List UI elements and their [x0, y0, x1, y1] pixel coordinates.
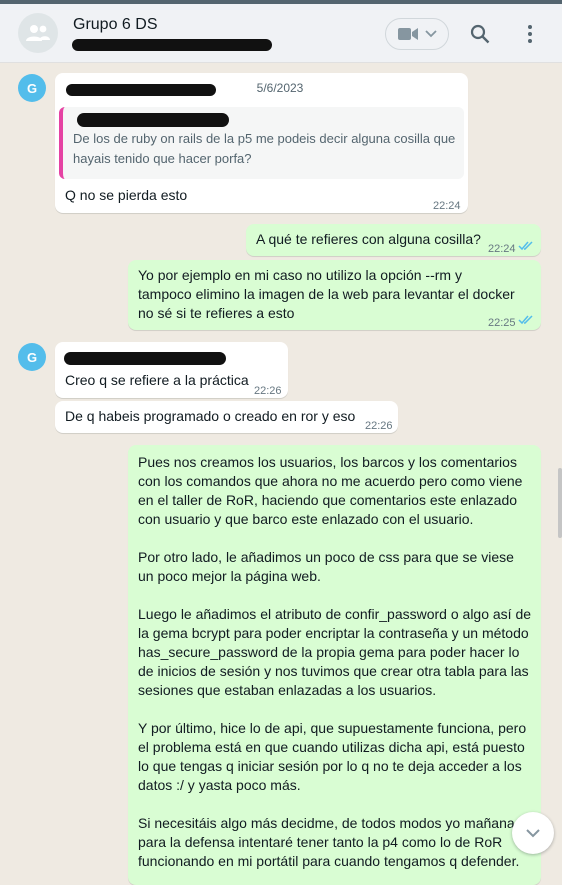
- message-paragraph: Por otro lado, le añadimos un poco de cs…: [138, 549, 514, 584]
- chat-title: Grupo 6 DS: [73, 16, 158, 33]
- group-icon: [26, 25, 50, 41]
- message-paragraph: Si necesitáis algo más decidme, de todos…: [138, 815, 520, 869]
- message-time: 22:25: [488, 317, 516, 329]
- quote-text: De los de ruby on rails de la p5 me pode…: [73, 131, 456, 166]
- message-text: A qué te refieres con alguna cosilla?: [256, 231, 481, 247]
- double-check-icon: [518, 241, 533, 251]
- message-paragraph: Pues nos creamos los usuarios, los barco…: [138, 454, 523, 527]
- menu-icon: [528, 25, 532, 43]
- redacted-sender-name: [64, 352, 226, 365]
- menu-button[interactable]: [515, 19, 545, 49]
- video-call-icon: [398, 28, 418, 40]
- message-time: 22:26: [365, 420, 393, 432]
- message-time: 22:24: [488, 243, 516, 255]
- double-check-icon: [518, 315, 533, 325]
- redacted-sender-name: [66, 84, 216, 96]
- chevron-down-icon: [425, 30, 437, 38]
- group-avatar[interactable]: [18, 13, 58, 53]
- scroll-down-icon: [526, 829, 540, 838]
- message-bubble[interactable]: De q habeis programado o creado en ror y…: [55, 401, 398, 433]
- quoted-message[interactable]: De los de ruby on rails de la p5 me pode…: [59, 107, 464, 179]
- message-text: De q habeis programado o creado en ror y…: [65, 408, 356, 424]
- search-icon: [470, 24, 490, 44]
- message-paragraph: Y por último, hice lo de api, que supues…: [138, 720, 527, 793]
- message-bubble[interactable]: Creo q se refiere a la práctica 22:26: [55, 342, 288, 398]
- date-divider: 5/6/2023: [246, 76, 314, 100]
- message-bubble[interactable]: Pues nos creamos los usuarios, los barco…: [128, 445, 541, 885]
- sender-avatar[interactable]: G: [18, 343, 46, 371]
- scroll-to-bottom-button[interactable]: [512, 812, 554, 854]
- message-time: 22:24: [433, 200, 461, 212]
- message-text: Yo por ejemplo en mi caso no utilizo la …: [138, 267, 515, 321]
- sender-avatar[interactable]: G: [18, 74, 46, 102]
- redacted-quote-author: [77, 113, 229, 127]
- message-bubble[interactable]: Yo por ejemplo en mi caso no utilizo la …: [128, 260, 541, 330]
- scrollbar-thumb[interactable]: [558, 468, 562, 538]
- message-list[interactable]: G De los de ruby on rails de la p5 me po…: [0, 63, 562, 885]
- message-text: Creo q se refiere a la práctica: [65, 372, 249, 388]
- redacted-participants: [72, 39, 272, 51]
- message-time: 22:26: [254, 385, 282, 397]
- search-button[interactable]: [465, 19, 495, 49]
- message-paragraph: Luego le añadimos el atributo de confir_…: [138, 606, 532, 698]
- chat-header[interactable]: Grupo 6 DS: [0, 4, 562, 63]
- message-bubble[interactable]: A qué te refieres con alguna cosilla? 22…: [246, 224, 541, 256]
- message-text: Q no se pierda esto: [65, 187, 188, 203]
- video-call-button[interactable]: [385, 18, 449, 50]
